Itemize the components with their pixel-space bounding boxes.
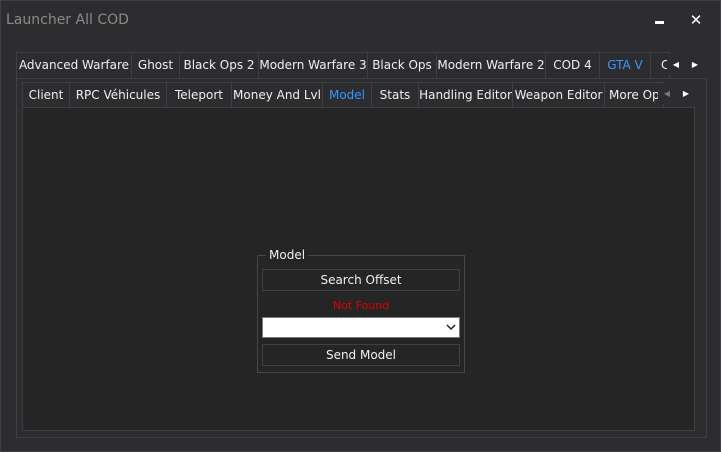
tab-advanced-warfare[interactable]: Advanced Warfare: [16, 52, 132, 78]
close-button[interactable]: ✕: [685, 10, 707, 30]
window-title: Launcher All COD: [6, 12, 129, 28]
tab-more-options[interactable]: More Opti: [604, 82, 664, 107]
send-model-button[interactable]: Send Model: [262, 344, 460, 366]
close-icon: ✕: [689, 11, 703, 29]
gta-tab-scroller: ◀ ▶: [658, 84, 696, 104]
tab-model[interactable]: Model: [322, 82, 372, 107]
game-tab-control: Advanced Warfare Ghost Black Ops 2 Moder…: [16, 52, 707, 438]
tab-black-ops-2[interactable]: Black Ops 2: [179, 52, 259, 78]
minimize-icon: [654, 21, 664, 24]
chevron-down-icon: [446, 324, 456, 331]
tab-weapon-editor[interactable]: Weapon Editor: [512, 82, 605, 107]
main-window: Launcher All COD ✕ Advanced Warfare Ghos…: [0, 0, 721, 452]
tab-handling-editor[interactable]: Handling Editor: [418, 82, 513, 107]
scroll-right-button[interactable]: ▶: [686, 55, 704, 75]
game-tab-scroller: ◀ ▶: [667, 55, 705, 75]
tab-ghost[interactable]: Ghost: [131, 52, 180, 78]
triangle-left-icon: ◀: [672, 60, 680, 69]
offset-status-label: Not Found: [332, 299, 390, 312]
tab-stats[interactable]: Stats: [371, 82, 419, 107]
tab-client[interactable]: Client: [22, 82, 70, 107]
tab-gta-v[interactable]: GTA V: [599, 52, 651, 78]
tab-black-ops[interactable]: Black Ops: [367, 52, 437, 78]
model-group-legend: Model: [266, 248, 309, 262]
model-select[interactable]: [262, 317, 460, 338]
scroll-right-button[interactable]: ▶: [677, 84, 695, 104]
triangle-right-icon: ▶: [682, 89, 690, 98]
tab-rpc-vehicules[interactable]: RPC Véhicules: [69, 82, 167, 107]
tab-teleport[interactable]: Teleport: [166, 82, 232, 107]
search-offset-button[interactable]: Search Offset: [262, 269, 460, 291]
title-bar[interactable]: Launcher All COD ✕: [1, 1, 720, 39]
scroll-left-button[interactable]: ◀: [667, 55, 685, 75]
tab-modern-warfare-3[interactable]: Modern Warfare 3: [258, 52, 368, 78]
tab-cod-4[interactable]: COD 4: [545, 52, 600, 78]
model-groupbox: Model Search Offset Not Found Send Model: [257, 248, 465, 373]
triangle-right-icon: ▶: [691, 60, 699, 69]
tab-modern-warfare-2[interactable]: Modern Warfare 2: [436, 52, 546, 78]
model-tab-panel: Model Search Offset Not Found Send Model: [22, 107, 695, 431]
triangle-left-icon: ◀: [663, 89, 671, 98]
minimize-button[interactable]: [648, 10, 670, 30]
scroll-left-button[interactable]: ◀: [658, 84, 676, 104]
tab-money-and-lvl[interactable]: Money And Lvl: [231, 82, 323, 107]
